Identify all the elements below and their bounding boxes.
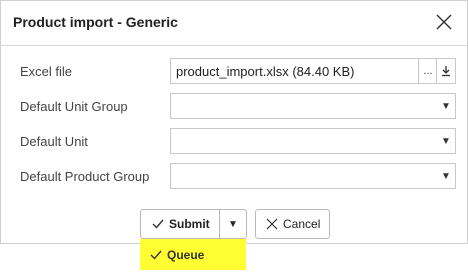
check-icon	[150, 250, 162, 260]
submit-button-label: Submit	[169, 217, 210, 231]
excel-file-label: Excel file	[20, 64, 73, 79]
queue-menu-item-label: Queue	[167, 247, 205, 262]
check-icon	[152, 219, 164, 229]
default-product-group-label: Default Product Group	[20, 169, 150, 184]
chevron-down-icon[interactable]: ▼	[437, 94, 455, 118]
default-unit-select[interactable]: ▼	[170, 128, 456, 154]
excel-file-value: product_import.xlsx (84.40 KB)	[176, 64, 355, 79]
browse-button[interactable]: ...	[418, 59, 437, 83]
download-icon[interactable]	[436, 59, 455, 83]
cancel-button[interactable]: Cancel	[255, 209, 330, 239]
browse-button-label: ...	[423, 65, 433, 77]
chevron-down-icon[interactable]: ▼	[437, 129, 455, 153]
close-icon[interactable]	[435, 13, 453, 31]
submit-dropdown-button[interactable]: ▼	[219, 209, 247, 239]
chevron-down-icon: ▼	[228, 218, 238, 230]
submit-button[interactable]: Submit	[140, 209, 220, 239]
product-import-dialog: Product import - Generic Excel file prod…	[0, 0, 468, 244]
default-unit-group-label: Default Unit Group	[20, 99, 128, 114]
excel-file-field[interactable]: product_import.xlsx (84.40 KB) ...	[170, 58, 456, 84]
default-unit-label: Default Unit	[20, 134, 88, 149]
default-product-group-select[interactable]: ▼	[170, 163, 456, 189]
chevron-down-icon[interactable]: ▼	[437, 164, 455, 188]
dialog-title: Product import - Generic	[13, 14, 178, 30]
close-icon	[266, 218, 278, 230]
queue-menu-item[interactable]: Queue	[140, 239, 246, 270]
cancel-button-label: Cancel	[283, 217, 321, 231]
default-unit-group-select[interactable]: ▼	[170, 93, 456, 119]
dialog-titlebar: Product import - Generic	[1, 1, 467, 46]
